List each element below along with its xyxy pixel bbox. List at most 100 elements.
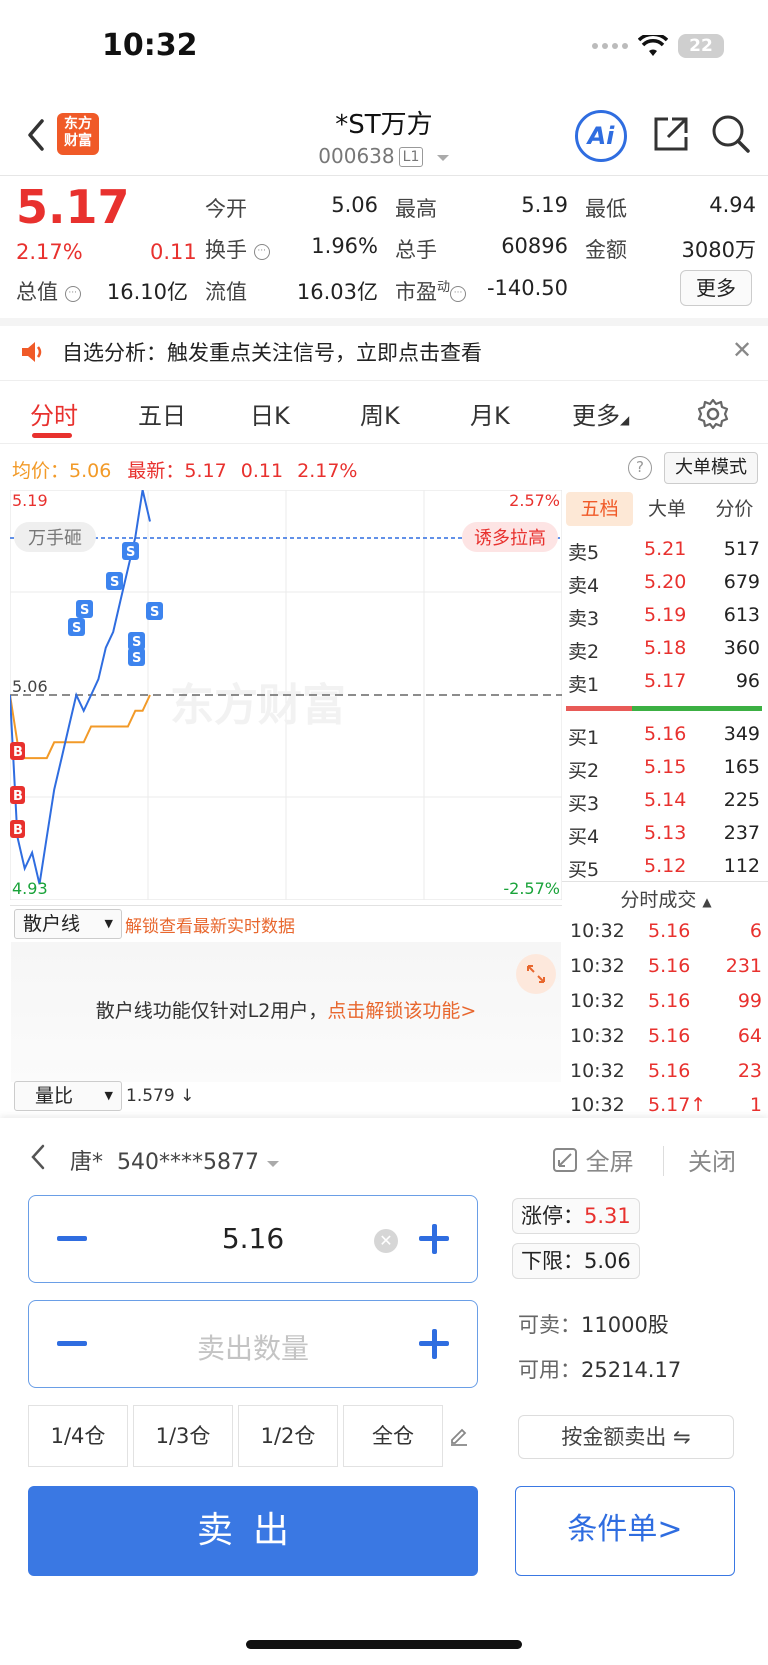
svg-text:S: S bbox=[150, 605, 159, 620]
bid-row[interactable]: 买5 5.12 112 bbox=[568, 855, 760, 888]
chart-tag-right[interactable]: 诱多拉高 bbox=[462, 522, 558, 552]
stock-code: 000638 bbox=[318, 144, 395, 168]
increase-price-button[interactable] bbox=[432, 1224, 437, 1254]
unlock-feature-link: 点击解锁该功能> bbox=[327, 1000, 477, 1022]
y-mid-label: 5.06 bbox=[12, 677, 48, 696]
edit-icon[interactable] bbox=[448, 1424, 470, 1446]
divider bbox=[0, 175, 768, 176]
divider bbox=[0, 443, 768, 444]
status-icons: 22 bbox=[592, 34, 724, 58]
low-label: 最低 bbox=[585, 197, 627, 221]
position-third-button[interactable]: 1/3仓 bbox=[133, 1405, 233, 1467]
tab-five-day[interactable]: 五日 bbox=[138, 396, 186, 431]
bid-row[interactable]: 买4 5.13 237 bbox=[568, 822, 760, 855]
close-icon[interactable]: ✕ bbox=[732, 336, 752, 364]
order-book-tabs[interactable]: 五档 大单 分价 bbox=[566, 492, 768, 526]
chart-summary: 均价：5.06 最新：5.17 0.11 2.17% bbox=[12, 460, 358, 482]
close-panel-button[interactable]: 关闭 bbox=[688, 1142, 736, 1177]
level-badge: L1 bbox=[398, 147, 424, 167]
latest-change: 0.11 bbox=[240, 460, 284, 482]
svg-text:S: S bbox=[72, 621, 81, 636]
svg-text:S: S bbox=[132, 651, 141, 666]
trade-row: 10:32 5.16 231 bbox=[570, 955, 762, 977]
available-info: 可用：25214.17 bbox=[518, 1358, 682, 1382]
expand-icon[interactable] bbox=[516, 954, 556, 994]
chevron-down-icon bbox=[436, 155, 449, 161]
tab-daily-k[interactable]: 日K bbox=[250, 396, 290, 431]
pe-label[interactable]: 市盈动 ··· bbox=[395, 276, 467, 306]
quantity-input[interactable]: 卖出数量 bbox=[29, 1327, 477, 1367]
chart-tag-left[interactable]: 万手砸 bbox=[14, 522, 96, 552]
more-quote-button[interactable]: 更多 bbox=[680, 270, 752, 306]
signal-banner[interactable]: 自选分析：触发重点关注信号，立即点击查看 bbox=[62, 337, 482, 367]
wifi-icon bbox=[638, 35, 668, 56]
total-value: 16.10亿 bbox=[106, 280, 188, 304]
sellable-info: 可卖：11000股 bbox=[518, 1313, 669, 1337]
fullscreen-button[interactable]: 全屏 bbox=[552, 1142, 634, 1177]
float-value-label: 流值 bbox=[205, 280, 247, 304]
clear-icon[interactable]: ✕ bbox=[374, 1229, 398, 1253]
bid-row[interactable]: 买1 5.16 349 bbox=[568, 723, 760, 756]
indicator-select[interactable]: 散户线 ▼ bbox=[14, 909, 122, 939]
share-icon[interactable] bbox=[650, 113, 692, 155]
account-selector[interactable]: 唐* 540****5877 bbox=[70, 1144, 280, 1176]
tab-big-orders[interactable]: 大单 bbox=[633, 492, 700, 526]
gear-icon[interactable] bbox=[696, 397, 730, 431]
volume-ratio-select[interactable]: 量比 ▼ bbox=[14, 1081, 122, 1111]
bid-row[interactable]: 买3 5.14 225 bbox=[568, 789, 760, 822]
unlock-realtime-link[interactable]: 解锁查看最新实时数据 bbox=[125, 912, 295, 937]
avg-price: 5.06 bbox=[69, 460, 112, 482]
ask-row[interactable]: 卖1 5.17 96 bbox=[568, 670, 760, 703]
position-half-button[interactable]: 1/2仓 bbox=[238, 1405, 338, 1467]
latest-price: 5.17 bbox=[184, 460, 227, 482]
locked-message[interactable]: 散户线功能仅针对L2用户，点击解锁该功能> bbox=[11, 996, 561, 1023]
svg-text:S: S bbox=[126, 545, 135, 560]
svg-text:S: S bbox=[132, 635, 141, 650]
sell-button[interactable]: 卖出 bbox=[28, 1486, 478, 1576]
tab-intraday[interactable]: 分时 bbox=[30, 396, 78, 431]
bid-row[interactable]: 买2 5.15 165 bbox=[568, 756, 760, 789]
ai-assistant-button[interactable]: Ai bbox=[575, 110, 627, 162]
pct-high-label: 2.57% bbox=[509, 491, 560, 510]
back-icon[interactable] bbox=[28, 1142, 48, 1172]
tab-monthly-k[interactable]: 月K bbox=[470, 396, 510, 431]
active-tab-indicator bbox=[32, 433, 72, 438]
search-icon[interactable] bbox=[710, 113, 752, 155]
ask-row[interactable]: 卖5 5.21 517 bbox=[568, 538, 760, 571]
turnover-label[interactable]: 换手 ··· bbox=[205, 234, 270, 264]
svg-text:S: S bbox=[110, 575, 119, 590]
big-order-mode-button[interactable]: 大单模式 bbox=[664, 452, 758, 484]
latest-pct: 2.17% bbox=[297, 460, 358, 482]
status-time: 10:32 bbox=[102, 28, 198, 63]
tab-weekly-k[interactable]: 周K bbox=[360, 396, 400, 431]
home-indicator bbox=[246, 1640, 522, 1649]
total-value-label[interactable]: 总值 ··· bbox=[16, 276, 81, 306]
ask-row[interactable]: 卖2 5.18 360 bbox=[568, 637, 760, 670]
svg-text:B: B bbox=[13, 745, 23, 760]
help-icon[interactable]: ? bbox=[628, 456, 652, 480]
conditional-order-button[interactable]: 条件单> bbox=[515, 1486, 735, 1576]
tab-more[interactable]: 更多◢ bbox=[572, 396, 629, 431]
increase-qty-button[interactable] bbox=[432, 1329, 437, 1359]
trades-title[interactable]: 分时成交 ▲ bbox=[566, 885, 766, 912]
position-full-button[interactable]: 全仓 bbox=[343, 1405, 443, 1467]
price-stepper[interactable]: 5.16 ✕ bbox=[28, 1195, 478, 1283]
tab-five-levels[interactable]: 五档 bbox=[566, 492, 634, 526]
price-input[interactable]: 5.16 bbox=[29, 1222, 477, 1255]
high-label: 最高 bbox=[395, 197, 437, 221]
limit-down-chip[interactable]: 下限：5.06 bbox=[512, 1243, 640, 1279]
divider bbox=[663, 1146, 664, 1176]
volume-label: 总手 bbox=[395, 238, 437, 262]
tab-price-split[interactable]: 分价 bbox=[701, 492, 768, 526]
open-value: 5.06 bbox=[331, 193, 378, 217]
limit-up-chip[interactable]: 涨停：5.31 bbox=[512, 1198, 640, 1234]
quantity-stepper[interactable]: 卖出数量 bbox=[28, 1300, 478, 1388]
position-quarter-button[interactable]: 1/4仓 bbox=[28, 1405, 128, 1467]
info-icon: ··· bbox=[64, 286, 81, 302]
ask-row[interactable]: 卖4 5.20 679 bbox=[568, 571, 760, 604]
sell-by-amount-button[interactable]: 按金额卖出 ⇋ bbox=[518, 1415, 734, 1459]
ask-row[interactable]: 卖3 5.19 613 bbox=[568, 604, 760, 637]
trade-row: 10:32 5.16 6 bbox=[570, 920, 762, 942]
y-high-label: 5.19 bbox=[12, 491, 48, 510]
signal-icon bbox=[592, 43, 628, 49]
